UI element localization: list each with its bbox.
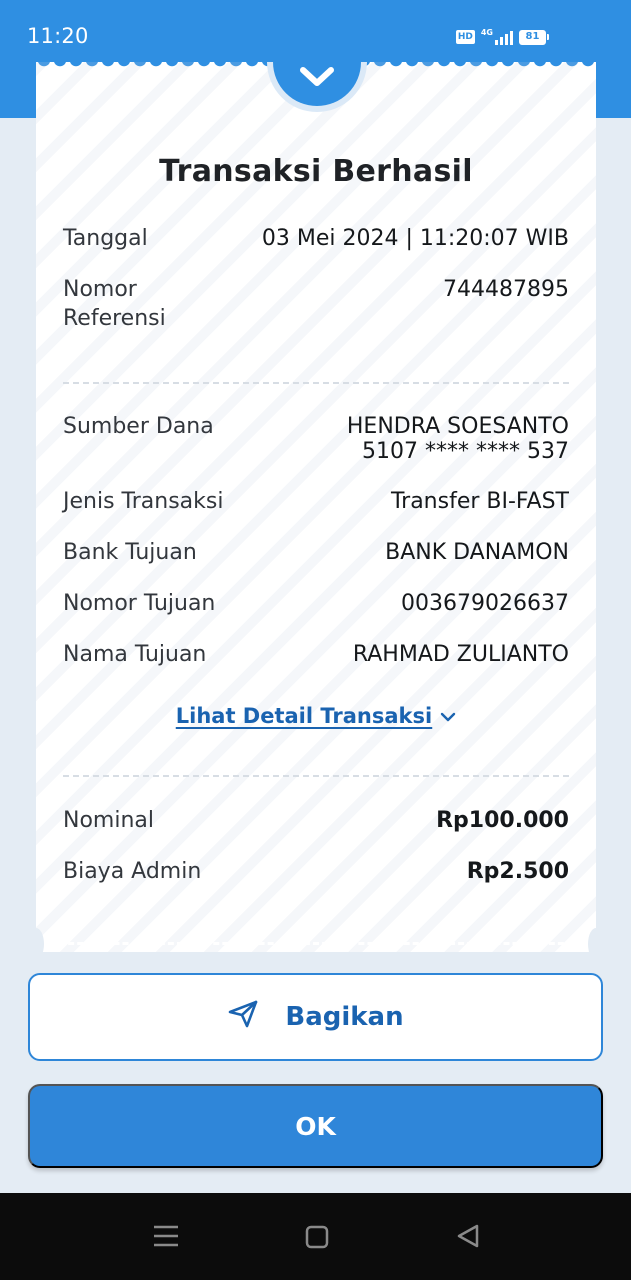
nominal-label: Nominal: [63, 808, 154, 833]
navigation-bar: [0, 1193, 631, 1280]
battery-icon: 81: [519, 29, 549, 45]
share-button-label: Bagikan: [285, 1002, 404, 1032]
tanggal-value: 03 Mei 2024 | 11:20:07 WIB: [261, 226, 569, 251]
send-icon: [227, 999, 259, 1036]
divider: [63, 382, 569, 384]
status-icons: HD 4G 81: [455, 27, 549, 47]
referensi-label: Nomor Referensi: [63, 277, 166, 331]
nama-tujuan-value: RAHMAD ZULIANTO: [352, 642, 569, 667]
chevron-down-icon[interactable]: [440, 704, 456, 728]
sumber-dana-label: Sumber Dana: [63, 414, 214, 439]
row-nomor-referensi: Nomor Referensi 744487895: [63, 275, 569, 333]
home-icon[interactable]: [305, 1225, 329, 1253]
battery-level: 81: [519, 29, 546, 45]
biaya-admin-value: Rp2.500: [466, 859, 569, 884]
back-icon[interactable]: [456, 1224, 480, 1252]
receipt-tear-notch: [588, 928, 604, 960]
tanggal-label: Tanggal: [63, 226, 148, 251]
sumber-dana-name: HENDRA SOESANTO: [346, 414, 569, 439]
row-nomor-tujuan: Nomor Tujuan 003679026637: [63, 589, 569, 618]
share-button[interactable]: Bagikan: [28, 973, 603, 1061]
detail-link-label[interactable]: Lihat Detail Transaksi: [176, 704, 432, 728]
row-nominal: Nominal Rp100.000: [63, 806, 569, 835]
network-type-label: 4G: [480, 28, 493, 37]
status-bar: 11:20 HD 4G 81: [0, 0, 631, 70]
check-icon: [273, 62, 361, 106]
bank-tujuan-value: BANK DANAMON: [385, 540, 569, 565]
transaction-receipt: Transaksi Berhasil Tanggal 03 Mei 2024 |…: [36, 62, 596, 952]
recents-icon[interactable]: [153, 1223, 179, 1253]
jenis-transaksi-value: Transfer BI-FAST: [390, 489, 569, 514]
hd-icon: HD: [455, 30, 475, 44]
receipt-tear-notch: [28, 928, 44, 960]
referensi-value: 744487895: [443, 277, 569, 302]
row-biaya-admin: Biaya Admin Rp2.500: [63, 857, 569, 886]
ok-button-label: OK: [295, 1111, 336, 1141]
divider: [63, 775, 569, 777]
row-bank-tujuan: Bank Tujuan BANK DANAMON: [63, 538, 569, 567]
row-nama-tujuan: Nama Tujuan RAHMAD ZULIANTO: [63, 640, 569, 669]
jenis-transaksi-label: Jenis Transaksi: [63, 489, 224, 514]
nominal-value: Rp100.000: [436, 808, 569, 833]
receipt-tear-line: [50, 942, 582, 945]
row-sumber-dana: Sumber Dana HENDRA SOESANTO 5107 **** **…: [63, 412, 569, 463]
signal-icon: 4G: [481, 29, 513, 45]
bank-tujuan-label: Bank Tujuan: [63, 540, 197, 565]
ok-button[interactable]: OK: [28, 1084, 603, 1168]
receipt-title: Transaksi Berhasil: [159, 154, 473, 189]
biaya-admin-label: Biaya Admin: [63, 859, 202, 884]
nama-tujuan-label: Nama Tujuan: [63, 642, 207, 667]
sumber-dana-value: HENDRA SOESANTO 5107 **** **** 537: [347, 412, 569, 463]
row-tanggal: Tanggal 03 Mei 2024 | 11:20:07 WIB: [63, 224, 569, 253]
row-jenis-transaksi: Jenis Transaksi Transfer BI-FAST: [63, 487, 569, 516]
sumber-dana-account: 5107 **** **** 537: [362, 439, 569, 464]
status-time: 11:20: [27, 24, 89, 48]
nomor-tujuan-label: Nomor Tujuan: [63, 591, 216, 616]
detail-transaction-link[interactable]: Lihat Detail Transaksi: [36, 704, 596, 728]
nomor-tujuan-value: 003679026637: [401, 591, 569, 616]
